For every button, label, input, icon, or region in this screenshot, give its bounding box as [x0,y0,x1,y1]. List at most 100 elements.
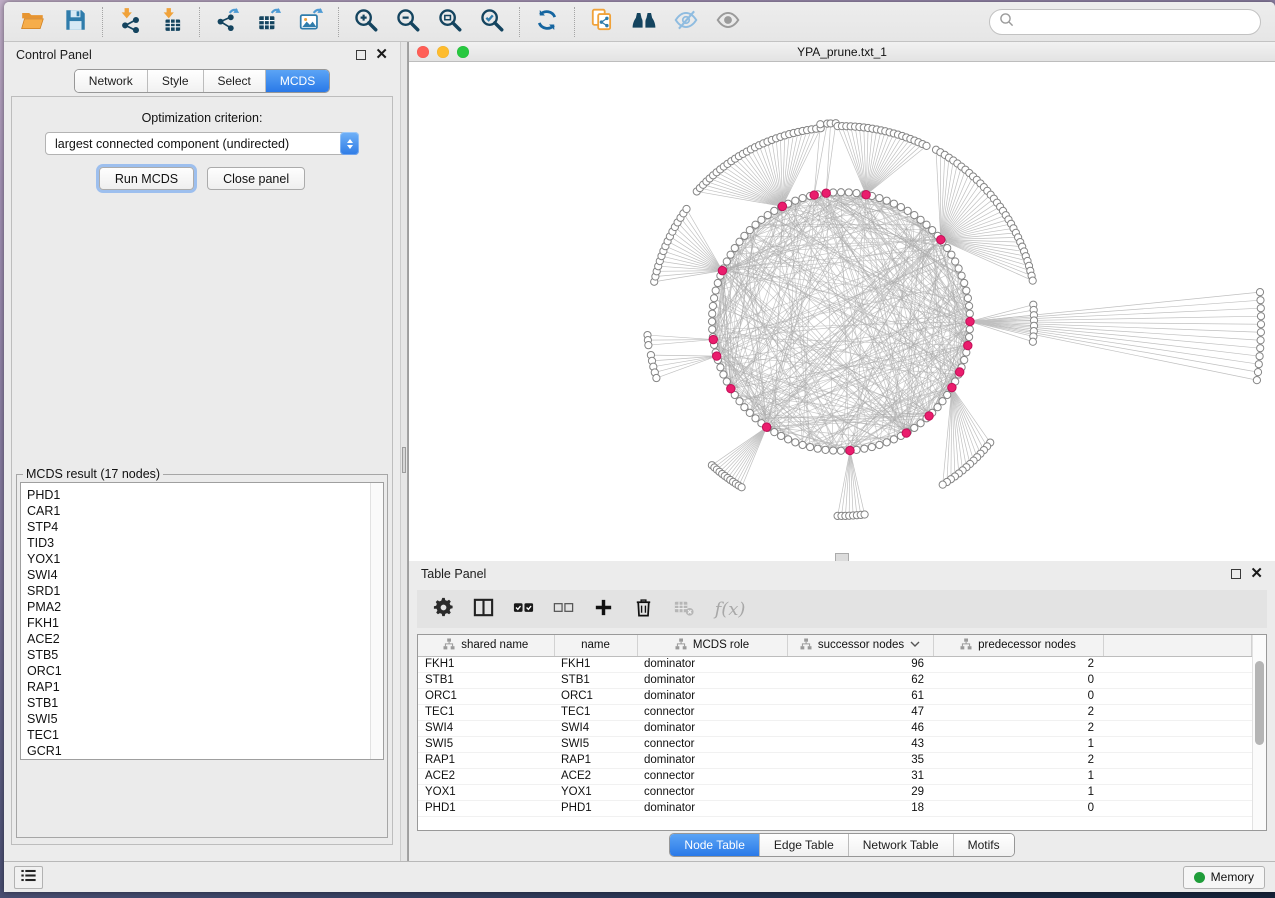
maximize-window-button[interactable] [457,46,469,58]
cell-mcds_role[interactable]: dominator [637,672,787,688]
close-table-panel-button[interactable]: ✕ [1250,569,1263,579]
cell-mcds_role[interactable]: dominator [637,656,787,672]
cell-successor_nodes[interactable]: 96 [787,656,933,672]
splitter-handle[interactable] [402,447,406,473]
cell-name[interactable]: TEC1 [554,704,637,720]
cell-successor_nodes[interactable]: 47 [787,704,933,720]
copy-network-button[interactable] [581,5,623,39]
mcds-result-item[interactable]: PMA2 [27,599,383,615]
cell-predecessor_nodes[interactable]: 1 [933,736,1103,752]
import-network-button[interactable] [109,5,151,39]
mcds-result-item[interactable]: ACE2 [27,631,383,647]
cell-name[interactable]: STB1 [554,672,637,688]
table-row[interactable]: TEC1TEC1connector472 [418,704,1252,720]
cell-successor_nodes[interactable]: 62 [787,672,933,688]
tab-mcds[interactable]: MCDS [266,70,329,92]
close-control-panel-button[interactable]: ✕ [375,50,388,60]
mcds-result-item[interactable]: GCR1 [27,743,383,759]
column-header-shared-name[interactable]: shared name [418,635,554,656]
export-image-button[interactable] [290,5,332,39]
cell-successor_nodes[interactable]: 46 [787,720,933,736]
mcds-result-item[interactable]: TID3 [27,535,383,551]
table-tab-edge-table[interactable]: Edge Table [760,834,849,856]
close-window-button[interactable] [417,46,429,58]
cell-shared_name[interactable]: RAP1 [418,752,554,768]
show-all-button[interactable] [707,5,749,39]
cell-mcds_role[interactable]: connector [637,736,787,752]
cell-successor_nodes[interactable]: 29 [787,784,933,800]
show-columns-button[interactable] [466,594,501,625]
zoom-out-button[interactable] [387,5,429,39]
float-control-panel-button[interactable] [356,50,366,60]
cell-shared_name[interactable]: SWI4 [418,720,554,736]
table-scrollbar[interactable] [1252,635,1266,830]
select-all-rows-button[interactable] [506,594,541,625]
cell-predecessor_nodes[interactable]: 1 [933,784,1103,800]
mcds-result-item[interactable]: SWI5 [27,711,383,727]
mcds-result-item[interactable]: STB1 [27,695,383,711]
cell-name[interactable]: FKH1 [554,656,637,672]
deselect-all-rows-button[interactable] [546,594,581,625]
table-settings-button[interactable] [426,594,461,625]
cell-shared_name[interactable]: SWI5 [418,736,554,752]
run-mcds-button[interactable]: Run MCDS [99,167,194,190]
export-table-button[interactable] [248,5,290,39]
cell-successor_nodes[interactable]: 18 [787,800,933,816]
table-tab-node-table[interactable]: Node Table [670,834,760,856]
cell-shared_name[interactable]: ORC1 [418,688,554,704]
cell-predecessor_nodes[interactable]: 1 [933,768,1103,784]
cell-predecessor_nodes[interactable]: 0 [933,688,1103,704]
table-row[interactable]: STB1STB1dominator620 [418,672,1252,688]
search-field[interactable] [989,9,1261,35]
table-row[interactable]: ACE2ACE2connector311 [418,768,1252,784]
table-row[interactable]: RAP1RAP1dominator352 [418,752,1252,768]
column-header-predecessor-nodes[interactable]: predecessor nodes [933,635,1103,656]
table-row[interactable]: YOX1YOX1connector291 [418,784,1252,800]
cell-name[interactable]: PHD1 [554,800,637,816]
cell-name[interactable]: ACE2 [554,768,637,784]
network-graph[interactable] [409,62,1275,561]
column-header-name[interactable]: name [554,635,637,656]
mcds-result-item[interactable]: PHD1 [27,487,383,503]
mcds-result-item[interactable]: ORC1 [27,663,383,679]
cell-successor_nodes[interactable]: 31 [787,768,933,784]
mcds-result-item[interactable]: STP4 [27,519,383,535]
cell-mcds_role[interactable]: connector [637,768,787,784]
cell-predecessor_nodes[interactable]: 2 [933,704,1103,720]
cell-predecessor_nodes[interactable]: 0 [933,800,1103,816]
cell-mcds_role[interactable]: connector [637,784,787,800]
result-scrollbar[interactable] [370,483,383,759]
open-file-button[interactable] [12,5,54,39]
criterion-dropdown[interactable]: largest connected component (undirected) [45,132,359,155]
table-tab-motifs[interactable]: Motifs [954,834,1014,856]
first-neighbors-button[interactable] [623,5,665,39]
memory-button[interactable]: Memory [1183,866,1265,889]
cell-name[interactable]: ORC1 [554,688,637,704]
table-row[interactable]: SWI5SWI5connector431 [418,736,1252,752]
cell-shared_name[interactable]: ACE2 [418,768,554,784]
cell-shared_name[interactable]: FKH1 [418,656,554,672]
search-input[interactable] [1020,15,1251,29]
table-row[interactable]: ORC1ORC1dominator610 [418,688,1252,704]
cell-name[interactable]: SWI5 [554,736,637,752]
table-tab-network-table[interactable]: Network Table [849,834,954,856]
float-table-panel-button[interactable] [1231,569,1241,579]
zoom-selected-button[interactable] [471,5,513,39]
cell-predecessor_nodes[interactable]: 2 [933,720,1103,736]
mcds-result-item[interactable]: SWI4 [27,567,383,583]
table-row[interactable]: PHD1PHD1dominator180 [418,800,1252,816]
cell-name[interactable]: RAP1 [554,752,637,768]
zoom-fit-button[interactable] [429,5,471,39]
cell-mcds_role[interactable]: connector [637,704,787,720]
refresh-view-button[interactable] [526,5,568,39]
task-history-button[interactable] [14,866,43,889]
cell-shared_name[interactable]: PHD1 [418,800,554,816]
mcds-result-item[interactable]: RAP1 [27,679,383,695]
save-session-button[interactable] [54,5,96,39]
hide-selected-button[interactable] [665,5,707,39]
minimize-window-button[interactable] [437,46,449,58]
cell-name[interactable]: SWI4 [554,720,637,736]
zoom-in-button[interactable] [345,5,387,39]
tab-select[interactable]: Select [204,70,266,92]
panel-splitter[interactable] [400,42,408,861]
